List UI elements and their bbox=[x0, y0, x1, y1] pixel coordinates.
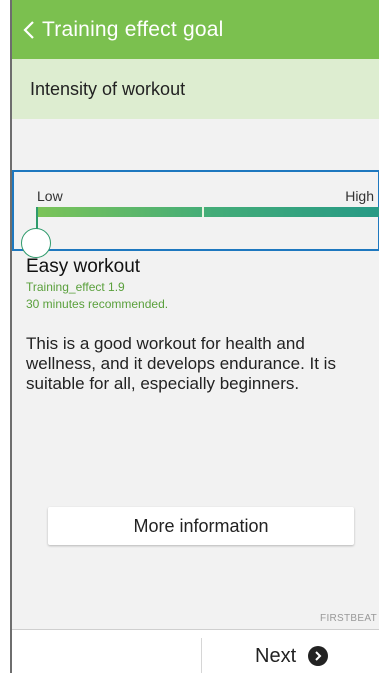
slider-high-label: High bbox=[345, 188, 374, 204]
slider-track[interactable] bbox=[36, 207, 379, 217]
more-information-label: More information bbox=[133, 515, 269, 536]
workout-description: This is a good workout for health and we… bbox=[26, 334, 336, 393]
app-bar: Training effect goal bbox=[12, 0, 379, 59]
page-title[interactable]: Training effect goal bbox=[42, 18, 223, 42]
intensity-slider[interactable]: Low High bbox=[12, 170, 379, 258]
recommended-duration: 30 minutes recommended. bbox=[26, 297, 169, 311]
chevron-left-icon[interactable] bbox=[16, 0, 42, 59]
section-header-label: Intensity of workout bbox=[30, 78, 186, 99]
bottom-separator bbox=[201, 638, 202, 673]
chevron-right-circle-icon bbox=[308, 646, 329, 666]
slider-low-label: Low bbox=[37, 188, 63, 204]
brand-label: FIRSTBEAT bbox=[320, 613, 377, 624]
training-effect-value: Training_effect 1.9 bbox=[26, 280, 125, 294]
slider-thumb[interactable] bbox=[21, 228, 51, 258]
more-information-button[interactable]: More information bbox=[48, 507, 354, 545]
next-label: Next bbox=[255, 644, 297, 667]
workout-title: Easy workout bbox=[26, 256, 141, 277]
section-header: Intensity of workout bbox=[12, 59, 379, 119]
slider-midpoint-tick bbox=[202, 207, 204, 217]
next-button[interactable]: Next bbox=[255, 643, 329, 669]
